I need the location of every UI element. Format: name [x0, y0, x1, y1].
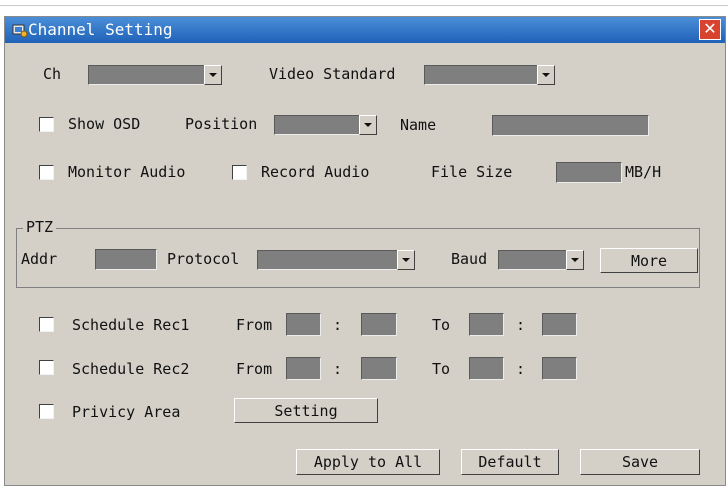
- monitor-audio-label: Monitor Audio: [68, 163, 186, 181]
- schedule-rec2-from-hour[interactable]: [286, 357, 321, 380]
- close-icon: ✕: [703, 19, 717, 38]
- close-button[interactable]: ✕: [699, 19, 721, 40]
- record-audio-checkbox[interactable]: [232, 165, 247, 180]
- apply-to-all-button[interactable]: Apply to All: [296, 449, 440, 475]
- protocol-select[interactable]: [257, 250, 415, 270]
- chevron-down-icon[interactable]: [537, 65, 555, 85]
- more-button[interactable]: More: [600, 248, 698, 273]
- schedule-rec1-label: Schedule Rec1: [72, 316, 190, 334]
- schedule-rec1-from-hour[interactable]: [286, 313, 321, 336]
- record-audio-label: Record Audio: [261, 163, 370, 181]
- schedule-rec2-from-minute[interactable]: [361, 357, 397, 380]
- privacy-area-checkbox[interactable]: [39, 404, 54, 419]
- default-button[interactable]: Default: [461, 449, 559, 475]
- schedule-rec2-label: Schedule Rec2: [72, 360, 190, 378]
- privacy-area-label: Privicy Area: [72, 403, 181, 421]
- addr-input[interactable]: [95, 249, 157, 270]
- schedule-rec1-to-hour[interactable]: [469, 313, 504, 336]
- schedule-rec1-from-colon: :: [333, 316, 343, 334]
- name-label: Name: [400, 116, 437, 134]
- schedule-rec1-from-label: From: [236, 316, 273, 334]
- protocol-label: Protocol: [167, 250, 240, 268]
- schedule-rec2-from-label: From: [236, 360, 273, 378]
- video-standard-label: Video Standard: [269, 65, 396, 83]
- app-icon: [12, 24, 28, 38]
- save-button[interactable]: Save: [580, 449, 700, 475]
- position-label: Position: [185, 115, 258, 133]
- schedule-rec1-checkbox[interactable]: [39, 317, 54, 332]
- position-select[interactable]: [274, 115, 377, 135]
- schedule-rec2-to-label: To: [432, 360, 451, 378]
- schedule-rec2-to-hour[interactable]: [469, 357, 504, 380]
- ptz-group-label: PTZ: [23, 217, 57, 237]
- addr-label: Addr: [21, 250, 58, 268]
- monitor-audio-checkbox[interactable]: [39, 165, 54, 180]
- file-size-unit: MB/H: [625, 163, 662, 181]
- channel-setting-dialog: Channel Setting ✕ Ch Video Standard Show…: [4, 16, 726, 486]
- window-title: Channel Setting: [28, 20, 173, 39]
- file-size-input[interactable]: [556, 162, 622, 183]
- baud-label: Baud: [451, 250, 488, 268]
- schedule-rec2-to-colon: :: [516, 360, 526, 378]
- ch-select[interactable]: [88, 65, 222, 85]
- chevron-down-icon[interactable]: [397, 250, 415, 270]
- chevron-down-icon[interactable]: [566, 250, 584, 270]
- schedule-rec2-checkbox[interactable]: [39, 360, 54, 375]
- name-input[interactable]: [492, 115, 649, 136]
- show-osd-checkbox[interactable]: [39, 117, 54, 132]
- top-divider: [0, 5, 728, 6]
- schedule-rec1-to-minute[interactable]: [542, 313, 577, 336]
- schedule-rec1-to-label: To: [432, 316, 451, 334]
- video-standard-select[interactable]: [424, 65, 555, 85]
- schedule-rec2-to-minute[interactable]: [542, 357, 577, 380]
- ch-label: Ch: [43, 65, 62, 83]
- chevron-down-icon[interactable]: [204, 65, 222, 85]
- chevron-down-icon[interactable]: [359, 115, 377, 135]
- setting-button[interactable]: Setting: [234, 398, 378, 423]
- schedule-rec1-from-minute[interactable]: [361, 313, 397, 336]
- title-bar[interactable]: Channel Setting ✕: [5, 17, 725, 43]
- file-size-label: File Size: [431, 163, 513, 181]
- show-osd-label: Show OSD: [68, 115, 141, 133]
- schedule-rec2-from-colon: :: [333, 360, 343, 378]
- baud-select[interactable]: [498, 250, 584, 270]
- schedule-rec1-to-colon: :: [516, 316, 526, 334]
